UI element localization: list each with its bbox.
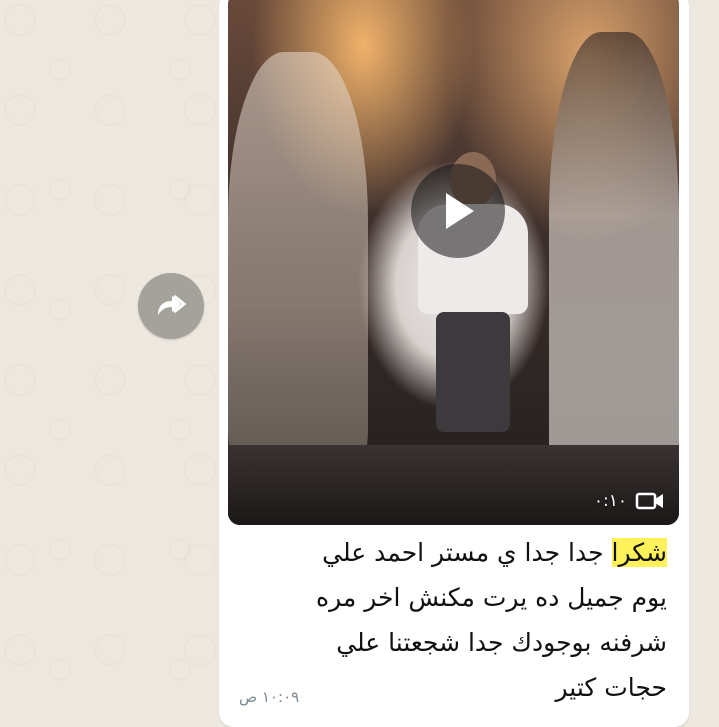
play-button[interactable] [411,164,505,258]
video-scene-floor [228,445,679,525]
video-thumbnail[interactable]: ٠:١٠ [228,0,679,525]
message-timestamp: ١٠:٠٩ ص [239,688,300,706]
highlighted-word: شكرا [611,538,667,567]
video-camera-icon [635,492,663,510]
forward-arrow-icon [158,294,187,315]
video-scene-crowd-left [228,52,368,472]
video-duration: ٠:١٠ [593,491,627,511]
forward-button[interactable] [138,273,204,339]
message-caption: شكرا جدا جدا ي مستر احمد علي يوم جميل ده… [241,530,667,710]
message-bubble[interactable]: ٠:١٠ شكرا جدا جدا ي مستر احمد علي يوم جم… [219,0,689,727]
video-scene-crowd-right [549,32,679,492]
caption-line-1: شكرا جدا جدا ي مستر احمد علي [322,538,667,567]
caption-line-2: يوم جميل ده يرت مكنش اخر مره [315,583,667,612]
caption-line-4: حجات كتير [555,673,667,702]
caption-line-3: شرفنه بوجودك جدا شجعتنا علي [336,628,667,657]
video-meta: ٠:١٠ [594,491,665,511]
play-icon [446,193,474,229]
